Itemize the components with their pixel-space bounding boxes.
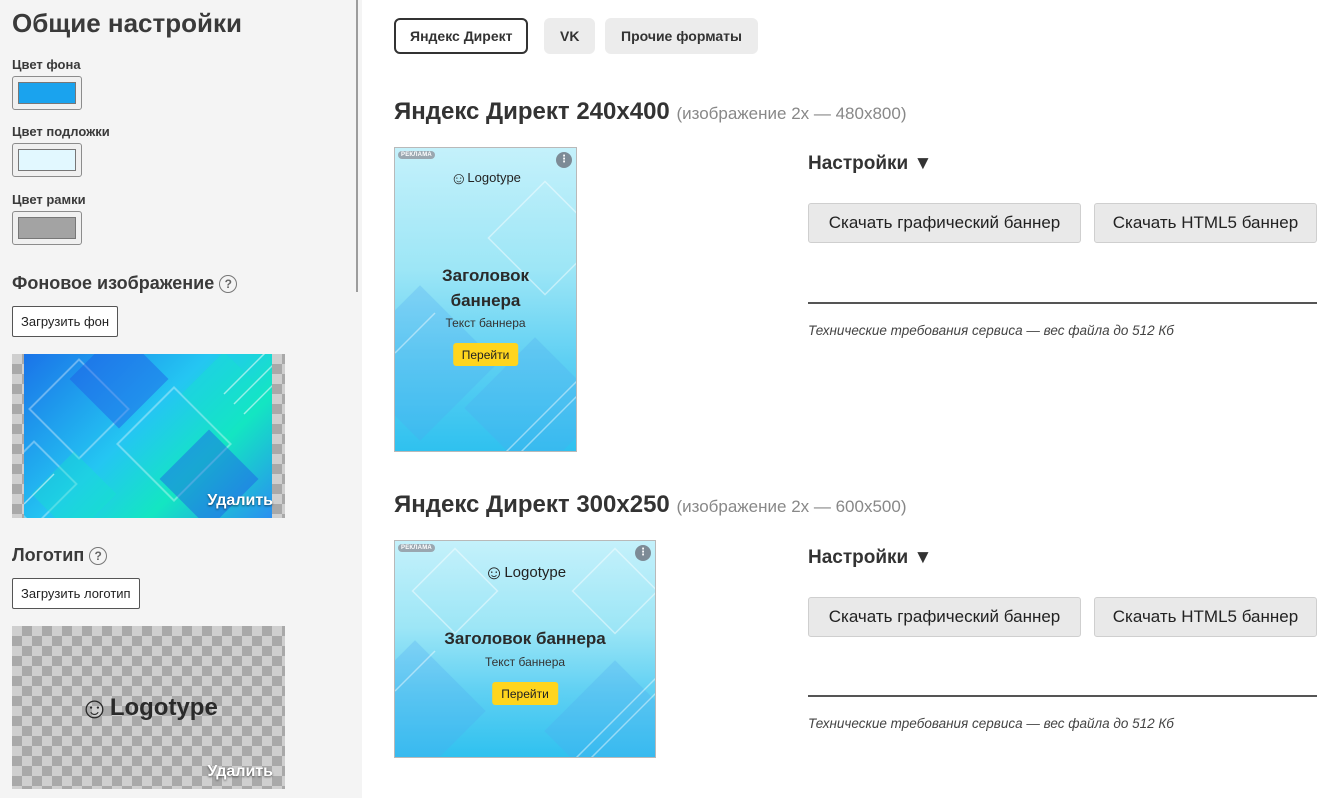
banner-preview-240x400: РЕКЛАМА ⋮ ☺Logotype Заголовок баннера Те… xyxy=(394,147,577,452)
frame-color-picker[interactable] xyxy=(12,211,82,245)
banner-logo: ☺Logotype xyxy=(395,169,576,189)
sidebar: Общие настройки Цвет фона Цвет подложки … xyxy=(0,0,362,798)
bg-image-section-title: Фоновое изображение ? xyxy=(12,273,238,294)
banner-cta-button[interactable]: Перейти xyxy=(452,343,519,366)
smiley-icon: ☺ xyxy=(450,169,468,188)
tab-vk[interactable]: VK xyxy=(544,18,596,54)
requirements-note: Технические требования сервиса — вес фай… xyxy=(808,716,1174,731)
requirements-note: Технические требования сервиса — вес фай… xyxy=(808,323,1174,338)
bg-image-title: Фоновое изображение xyxy=(12,273,215,293)
settings-toggle[interactable]: Настройки ▼ xyxy=(808,153,932,175)
download-html5-banner-button[interactable]: Скачать HTML5 баннер xyxy=(1094,203,1317,243)
smiley-icon: ☺ xyxy=(483,562,505,584)
banner-heading: Заголовок баннера xyxy=(444,629,606,648)
settings-toggle[interactable]: Настройки ▼ xyxy=(808,547,932,569)
logo-preview-mark: ☺Logotype xyxy=(12,692,285,726)
logo-preview-text: Logotype xyxy=(109,694,218,721)
banner-preview-300x250: РЕКЛАМА ⋮ ☺Logotype Заголовок баннера Те… xyxy=(394,540,656,758)
delete-logo-link[interactable]: Удалить xyxy=(207,763,273,781)
download-graphic-banner-button[interactable]: Скачать графический баннер xyxy=(808,203,1081,243)
frame-color-swatch xyxy=(18,217,76,239)
format-title: Яндекс Директ 300x250 (изображение 2x — … xyxy=(394,491,906,519)
upload-background-button[interactable]: Загрузить фон xyxy=(12,306,119,337)
banner-logo: ☺Logotype xyxy=(395,562,655,585)
divider xyxy=(808,302,1317,304)
format-title: Яндекс Директ 240x400 (изображение 2x — … xyxy=(394,98,906,126)
banner-text: Текст баннера xyxy=(445,316,526,330)
sidebar-title: Общие настройки xyxy=(12,8,242,38)
tab-other-formats[interactable]: Прочие форматы xyxy=(605,18,758,54)
help-icon[interactable]: ? xyxy=(89,546,108,565)
underlay-color-label: Цвет подложки xyxy=(12,124,110,139)
banner-cta-button[interactable]: Перейти xyxy=(492,682,558,705)
download-graphic-banner-button[interactable]: Скачать графический баннер xyxy=(808,597,1081,637)
bg-color-label: Цвет фона xyxy=(12,57,81,72)
banner-logo-text: Logotype xyxy=(467,170,521,185)
format-name: Яндекс Директ 300x250 xyxy=(394,491,670,518)
upload-logo-button[interactable]: Загрузить логотип xyxy=(12,578,140,609)
format-name: Яндекс Директ 240x400 xyxy=(394,98,670,125)
bg-color-picker[interactable] xyxy=(12,76,82,110)
ad-label: РЕКЛАМА xyxy=(398,151,435,159)
banner-text: Текст баннера xyxy=(484,655,566,669)
format-retina-size: (изображение 2x — 600x500) xyxy=(676,497,907,516)
more-vertical-icon[interactable]: ⋮ xyxy=(556,152,572,168)
logo-preview: ☺Logotype Удалить xyxy=(12,626,285,789)
bg-color-swatch xyxy=(18,82,76,104)
more-vertical-icon[interactable]: ⋮ xyxy=(635,545,651,561)
format-retina-size: (изображение 2x — 480x800) xyxy=(676,104,907,123)
smiley-icon: ☺ xyxy=(79,692,110,725)
delete-background-link[interactable]: Удалить xyxy=(207,492,273,510)
divider xyxy=(808,695,1317,697)
banner-heading: Заголовок баннера xyxy=(441,266,529,310)
logo-section-title: Логотип ? xyxy=(12,545,108,566)
underlay-color-picker[interactable] xyxy=(12,143,82,177)
download-html5-banner-button[interactable]: Скачать HTML5 баннер xyxy=(1094,597,1317,637)
bg-image-preview: Удалить xyxy=(12,354,285,518)
logo-title: Логотип xyxy=(12,545,85,565)
banner-logo-text: Logotype xyxy=(504,564,567,581)
tab-yandex-direct[interactable]: Яндекс Директ xyxy=(394,18,529,54)
sidebar-scrollbar[interactable] xyxy=(356,0,358,292)
ad-label: РЕКЛАМА xyxy=(398,544,435,552)
help-icon[interactable]: ? xyxy=(219,274,238,293)
frame-color-label: Цвет рамки xyxy=(12,192,86,207)
underlay-color-swatch xyxy=(18,149,76,171)
